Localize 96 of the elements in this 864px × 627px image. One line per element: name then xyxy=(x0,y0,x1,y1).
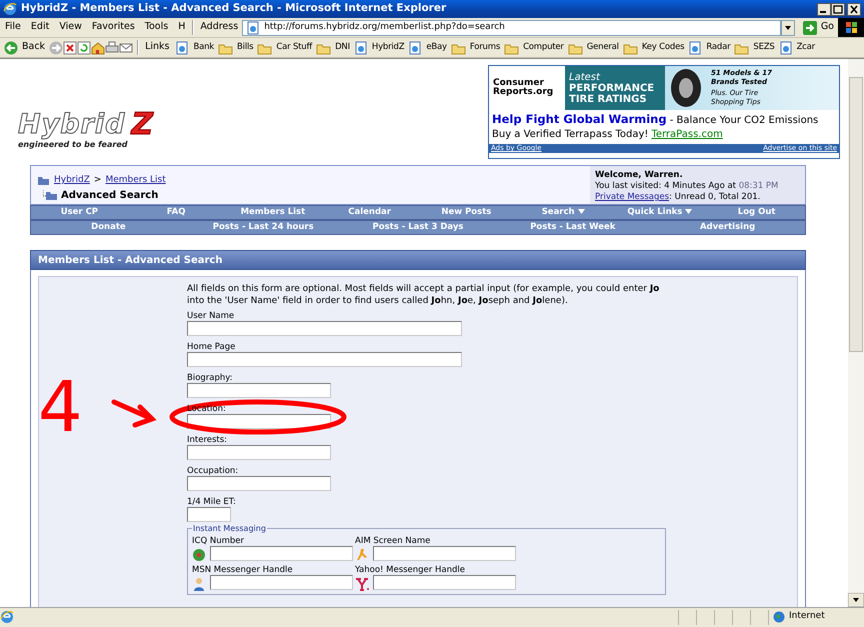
folder-icon xyxy=(43,190,57,200)
menu-item[interactable]: Tools xyxy=(140,20,174,35)
favorite-link[interactable]: Bills xyxy=(216,40,256,54)
field-label: Occupation: xyxy=(187,466,238,476)
favorite-link[interactable]: Zcar xyxy=(776,40,817,54)
handwritten-number: 4 xyxy=(38,366,83,448)
arrow-icon xyxy=(802,20,817,34)
input-field[interactable] xyxy=(187,414,331,429)
menu-item[interactable]: File xyxy=(0,20,26,35)
ad-link[interactable]: TerraPass.com xyxy=(651,128,723,142)
field-label: Location: xyxy=(187,404,226,414)
favorite-link[interactable]: eBay xyxy=(406,40,449,54)
brand-text: Consumer xyxy=(493,79,544,88)
running-man-icon xyxy=(355,548,369,562)
field-label: Interests: xyxy=(187,435,228,445)
breadcrumb-link[interactable]: Members List xyxy=(105,174,166,188)
windows-logo-icon xyxy=(838,18,864,37)
field-label: MSN Messenger Handle xyxy=(192,565,293,575)
input-field[interactable] xyxy=(187,352,462,367)
input-field[interactable] xyxy=(210,546,353,561)
ad-headline: TIRE RATINGS xyxy=(569,94,648,104)
welcome-text: Welcome, Warren. xyxy=(595,170,684,181)
favorite-link[interactable]: Radar xyxy=(686,40,732,54)
field-label: Biography: xyxy=(187,373,233,383)
favorite-link[interactable]: HybridZ xyxy=(352,40,406,54)
arrow-drawing xyxy=(112,400,157,428)
minimize-icon[interactable] xyxy=(817,2,831,16)
fieldset-legend: Instant Messaging xyxy=(192,523,267,535)
caret-icon xyxy=(578,208,585,215)
go-button[interactable]: Go xyxy=(798,20,838,35)
field-label: AIM Screen Name xyxy=(355,536,430,546)
favorite-link[interactable]: Car Stuff xyxy=(255,40,314,54)
ie-icon xyxy=(3,2,17,16)
field-label: User Name xyxy=(187,311,234,321)
window-title: HybridZ - Members List - Advanced Search - Microsoft Internet Explorer xyxy=(21,1,448,16)
back-button[interactable]: Back xyxy=(0,40,50,55)
mail-icon[interactable] xyxy=(119,40,136,54)
print-icon[interactable] xyxy=(105,40,120,54)
logo-text: Hybrid xyxy=(18,111,126,139)
tire-icon xyxy=(669,68,703,108)
field-label: 1/4 Mile ET: xyxy=(187,497,236,507)
input-field[interactable] xyxy=(187,507,231,522)
favorite-link[interactable]: General xyxy=(566,40,621,54)
ad-text: Latest xyxy=(569,72,602,82)
message-count-text: : Unread 0, Total 201. xyxy=(669,192,760,203)
last-visited-text: You last visited: 4 Minutes Ago at 08:31 PM xyxy=(595,181,780,192)
stop-icon[interactable] xyxy=(63,40,78,54)
logo-letter: Z xyxy=(131,111,154,139)
input-field[interactable] xyxy=(373,575,516,590)
zone-text: Internet xyxy=(789,610,825,624)
intro-paragraph: All fields on this form are optional. Most fields will accept a partial input (for example, you could enter Jo into the 'User Name' field in order to find users called John, Joe, Joseph and Jolene). xyxy=(187,283,660,307)
input-field[interactable] xyxy=(187,445,331,460)
logo-tagline: engineered to be feared xyxy=(18,140,128,151)
letter-y-icon xyxy=(355,576,369,590)
menu-item[interactable]: Edit xyxy=(26,20,54,35)
input-field[interactable] xyxy=(373,546,516,561)
breadcrumb-link[interactable]: HybridZ xyxy=(54,174,90,188)
scroll-down-icon[interactable] xyxy=(848,593,864,607)
field-label: Home Page xyxy=(187,342,236,352)
globe-icon xyxy=(773,611,785,623)
maximize-icon[interactable] xyxy=(831,2,845,16)
input-field[interactable] xyxy=(187,321,462,336)
menu-item[interactable]: H xyxy=(173,20,190,35)
back-arrow-icon xyxy=(4,40,18,54)
favorite-link[interactable]: Forums xyxy=(448,40,502,54)
field-label: Yahoo! Messenger Handle xyxy=(355,565,465,575)
home-icon[interactable] xyxy=(91,40,106,54)
ad-headline: PERFORMANCE xyxy=(569,82,656,94)
ad-link[interactable]: Help Fight Global Warming xyxy=(492,112,667,126)
input-field[interactable] xyxy=(187,383,331,398)
folder-icon xyxy=(37,175,50,186)
address-field[interactable]: http://forums.hybridz.org/memberlist.php?do=search xyxy=(242,20,781,36)
breadcrumb-separator: > xyxy=(94,174,102,187)
favorite-link[interactable]: Bank xyxy=(173,40,216,54)
links-label: Links xyxy=(144,40,170,54)
brand-text: Reports.org xyxy=(493,88,554,97)
input-field[interactable] xyxy=(210,575,353,590)
input-field[interactable] xyxy=(187,476,331,491)
page-title: Advanced Search xyxy=(61,188,158,202)
private-messages-link[interactable]: Private Messages xyxy=(595,192,670,203)
ad-text: - Balance Your CO2 Emissions xyxy=(668,115,818,126)
field-label: ICQ Number xyxy=(192,536,244,546)
scrollbar[interactable] xyxy=(848,59,864,607)
close-icon[interactable] xyxy=(847,2,861,16)
person-icon xyxy=(192,576,206,590)
panel-header: Members List - Advanced Search xyxy=(30,250,806,270)
favorite-link[interactable]: SEZS xyxy=(732,40,777,54)
caret-icon xyxy=(685,208,692,215)
favorite-link[interactable]: DNI xyxy=(314,40,352,54)
refresh-icon[interactable] xyxy=(77,40,92,54)
address-label: Address xyxy=(199,20,240,34)
menu-item[interactable]: View xyxy=(54,20,87,35)
menu-item[interactable]: Favorites xyxy=(86,20,140,35)
favorite-link[interactable]: Key Codes xyxy=(620,40,686,54)
favorite-link[interactable]: Computer xyxy=(502,40,566,54)
ad-text: Buy a Verified Terrapass Today! xyxy=(492,128,648,142)
